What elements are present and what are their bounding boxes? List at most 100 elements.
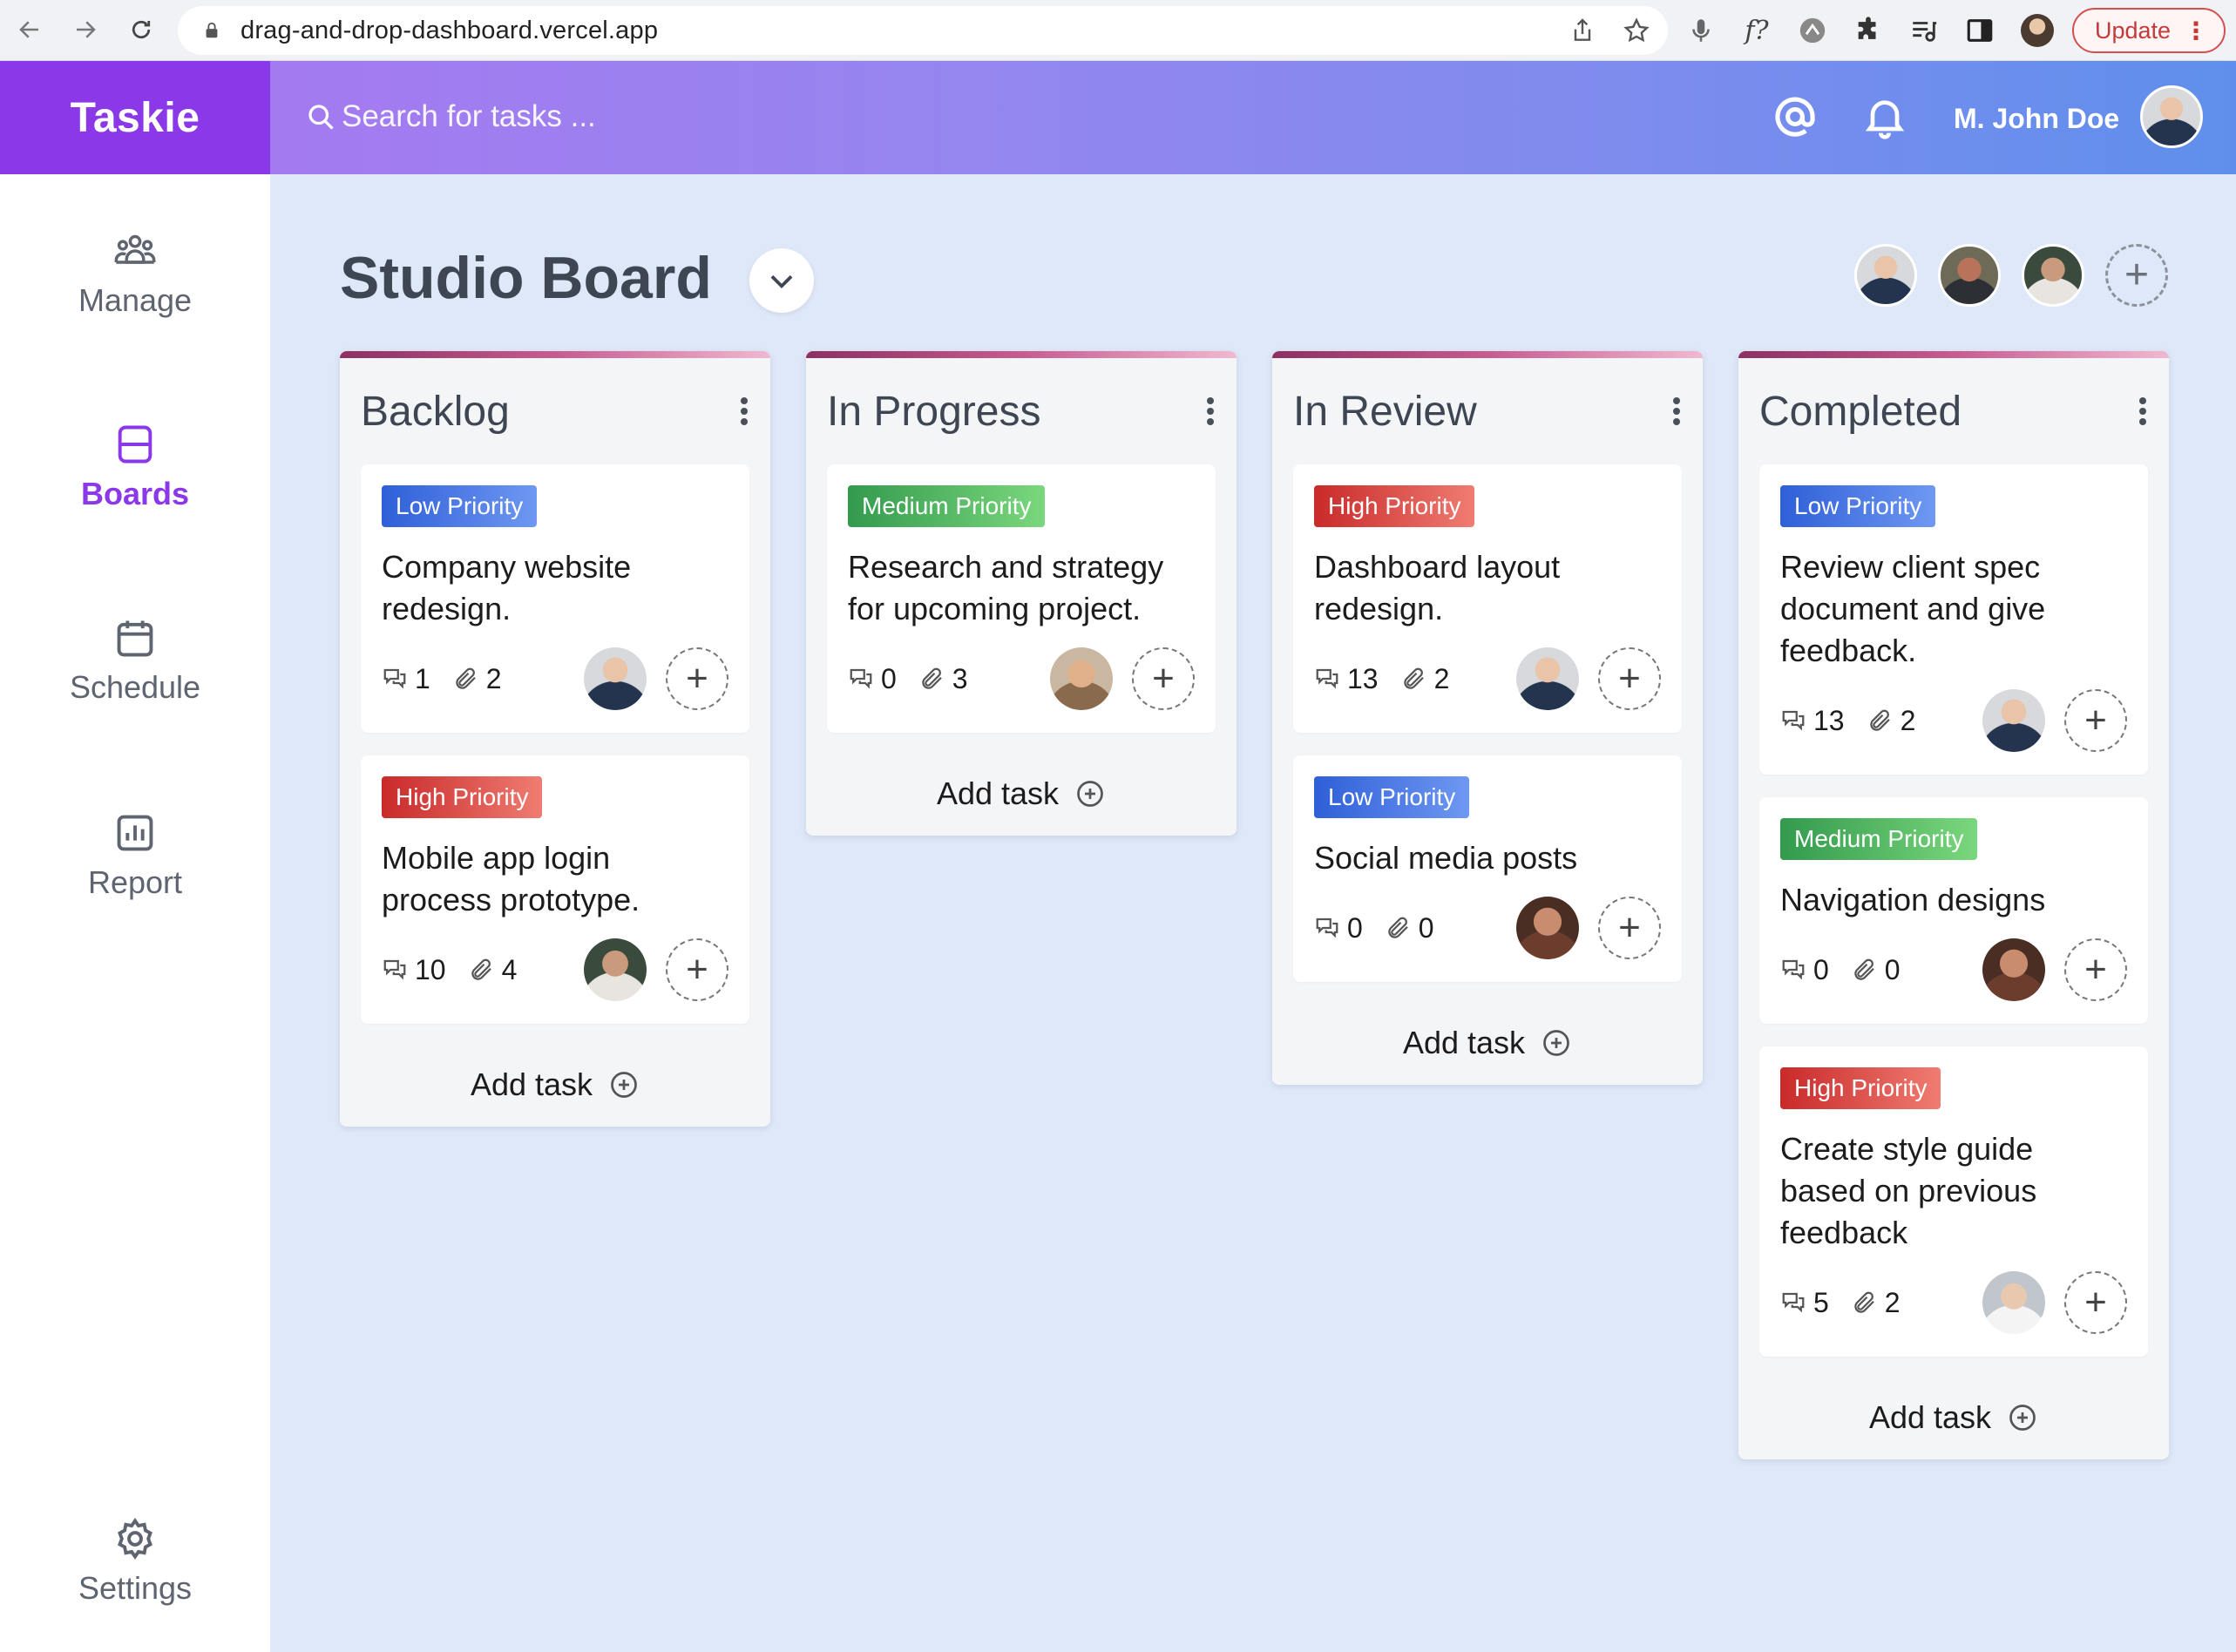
add-assignee-button[interactable]: +: [1598, 897, 1661, 959]
paperclip-icon: [471, 958, 491, 980]
sidebar-item-report[interactable]: Report: [0, 810, 270, 901]
add-assignee-button[interactable]: +: [2064, 1271, 2127, 1334]
sidebar-item-settings[interactable]: Settings: [0, 1516, 270, 1607]
member-avatar[interactable]: [1854, 244, 1917, 307]
column-header: In Review: [1272, 358, 1703, 464]
paperclip-icon: [1388, 917, 1408, 938]
assignee-avatar[interactable]: [1516, 897, 1579, 959]
lock-icon: [206, 22, 218, 38]
paperclip-icon: [922, 667, 942, 689]
assignee-avatar[interactable]: [584, 647, 647, 710]
plus-icon: +: [1618, 657, 1641, 700]
address-bar[interactable]: drag-and-drop-dashboard.vercel.app: [178, 6, 1668, 55]
update-button[interactable]: Update ⋮: [2072, 8, 2226, 53]
user-name[interactable]: M. John Doe: [1954, 103, 2119, 135]
assignee-avatar[interactable]: [1982, 1271, 2045, 1334]
assignee-avatar[interactable]: [1050, 647, 1113, 710]
paperclip-icon: [1854, 1291, 1874, 1313]
comment-count: 0: [881, 662, 897, 694]
column-accent-bar: [340, 351, 770, 358]
add-assignee-button[interactable]: +: [666, 938, 728, 1001]
reload-icon[interactable]: [124, 12, 159, 47]
plus-icon: +: [686, 657, 708, 700]
brand[interactable]: Taskie: [0, 61, 270, 174]
add-assignee-button[interactable]: +: [1598, 647, 1661, 710]
more-vert-icon[interactable]: [2136, 394, 2150, 429]
task-title: Dashboard layout redesign.: [1314, 549, 1561, 626]
more-vert-icon[interactable]: [1203, 394, 1217, 429]
sidebar-item-boards[interactable]: Boards: [0, 422, 270, 512]
assignee-avatar[interactable]: [1982, 689, 2045, 752]
column-header: Backlog: [340, 358, 770, 464]
forward-icon[interactable]: [68, 12, 103, 47]
microphone-icon[interactable]: [1686, 16, 1716, 45]
profile-avatar[interactable]: [2021, 14, 2054, 47]
comment-count: 10: [415, 953, 446, 985]
add-task-button[interactable]: Add task: [340, 1043, 770, 1127]
comments-icon: [383, 668, 406, 689]
search-bar: [305, 99, 952, 134]
comments-icon: [383, 959, 406, 980]
task-card[interactable]: Medium Priority Navigation designs 0 0 +: [1759, 797, 2148, 1024]
mention-icon[interactable]: [1771, 92, 1819, 141]
task-card[interactable]: Low Priority Company website redesign. 1…: [361, 464, 749, 733]
comment-count: 13: [1813, 704, 1845, 736]
column-accent-bar: [806, 351, 1237, 358]
sidebar-item-schedule[interactable]: Schedule: [0, 615, 270, 706]
page-title: Studio Board: [340, 245, 712, 311]
media-queue-icon[interactable]: [1909, 16, 1939, 45]
column-header: In Progress: [806, 358, 1237, 464]
column-accent-bar: [1738, 351, 2169, 358]
user-avatar[interactable]: [2140, 85, 2203, 148]
more-vert-icon[interactable]: [737, 394, 751, 429]
add-assignee-button[interactable]: +: [666, 647, 728, 710]
task-card[interactable]: High Priority Dashboard layout redesign.…: [1293, 464, 1682, 733]
comment-count: 13: [1347, 662, 1379, 694]
sidepanel-icon[interactable]: [1965, 16, 1995, 45]
function-icon[interactable]: f?: [1742, 16, 1772, 46]
add-assignee-button[interactable]: +: [2064, 938, 2127, 1001]
assignee-avatar[interactable]: [1516, 647, 1579, 710]
star-icon[interactable]: [1623, 17, 1650, 44]
task-card[interactable]: Low Priority Review client spec document…: [1759, 464, 2148, 775]
assignee-avatar[interactable]: [1982, 938, 2045, 1001]
task-card[interactable]: High Priority Mobile app login process p…: [361, 755, 749, 1024]
comment-count: 5: [1813, 1286, 1829, 1318]
add-member-button[interactable]: +: [2105, 244, 2168, 307]
bell-icon[interactable]: [1860, 92, 1909, 141]
column-in-review: In Review High Priority Dashboard layout…: [1272, 351, 1703, 1085]
gear-icon: [118, 1517, 152, 1561]
assignee-avatar[interactable]: [584, 938, 647, 1001]
plus-icon: +: [2084, 699, 2107, 741]
priority-badge: High Priority: [1314, 485, 1475, 527]
task-card[interactable]: Medium Priority Research and strategy fo…: [827, 464, 1216, 733]
top-bar: M. John Doe: [270, 61, 2236, 174]
add-task-button[interactable]: Add task: [806, 752, 1237, 836]
board-dropdown-button[interactable]: [749, 248, 814, 313]
share-icon[interactable]: [1569, 17, 1596, 44]
comment-count: 0: [1347, 911, 1363, 944]
extension-circle-icon[interactable]: [1798, 16, 1827, 45]
more-vert-icon[interactable]: [1670, 394, 1684, 429]
add-task-button[interactable]: Add task: [1738, 1376, 2169, 1459]
attachment-count: 2: [1433, 662, 1450, 694]
priority-badge: Low Priority: [1314, 776, 1470, 818]
member-avatar[interactable]: [2022, 244, 2084, 307]
add-assignee-button[interactable]: +: [2064, 689, 2127, 752]
search-input[interactable]: [342, 99, 952, 134]
sidebar-item-manage[interactable]: Manage: [0, 228, 270, 319]
attachment-count: 0: [1884, 953, 1901, 985]
add-task-button[interactable]: Add task: [1272, 1001, 1703, 1085]
task-card[interactable]: Low Priority Social media posts 0 0 +: [1293, 755, 1682, 982]
plus-circle-icon: [611, 1072, 637, 1098]
add-assignee-button[interactable]: +: [1132, 647, 1195, 710]
task-card[interactable]: High Priority Create style guide based o…: [1759, 1046, 2148, 1357]
task-title: Company website redesign.: [382, 549, 632, 626]
back-icon[interactable]: [12, 12, 47, 47]
member-avatar[interactable]: [1938, 244, 2001, 307]
comments-icon: [850, 668, 872, 689]
paperclip-icon: [456, 667, 476, 689]
puzzle-icon[interactable]: [1853, 16, 1883, 45]
board-members: +: [1854, 244, 2168, 307]
priority-badge: Medium Priority: [848, 485, 1046, 527]
